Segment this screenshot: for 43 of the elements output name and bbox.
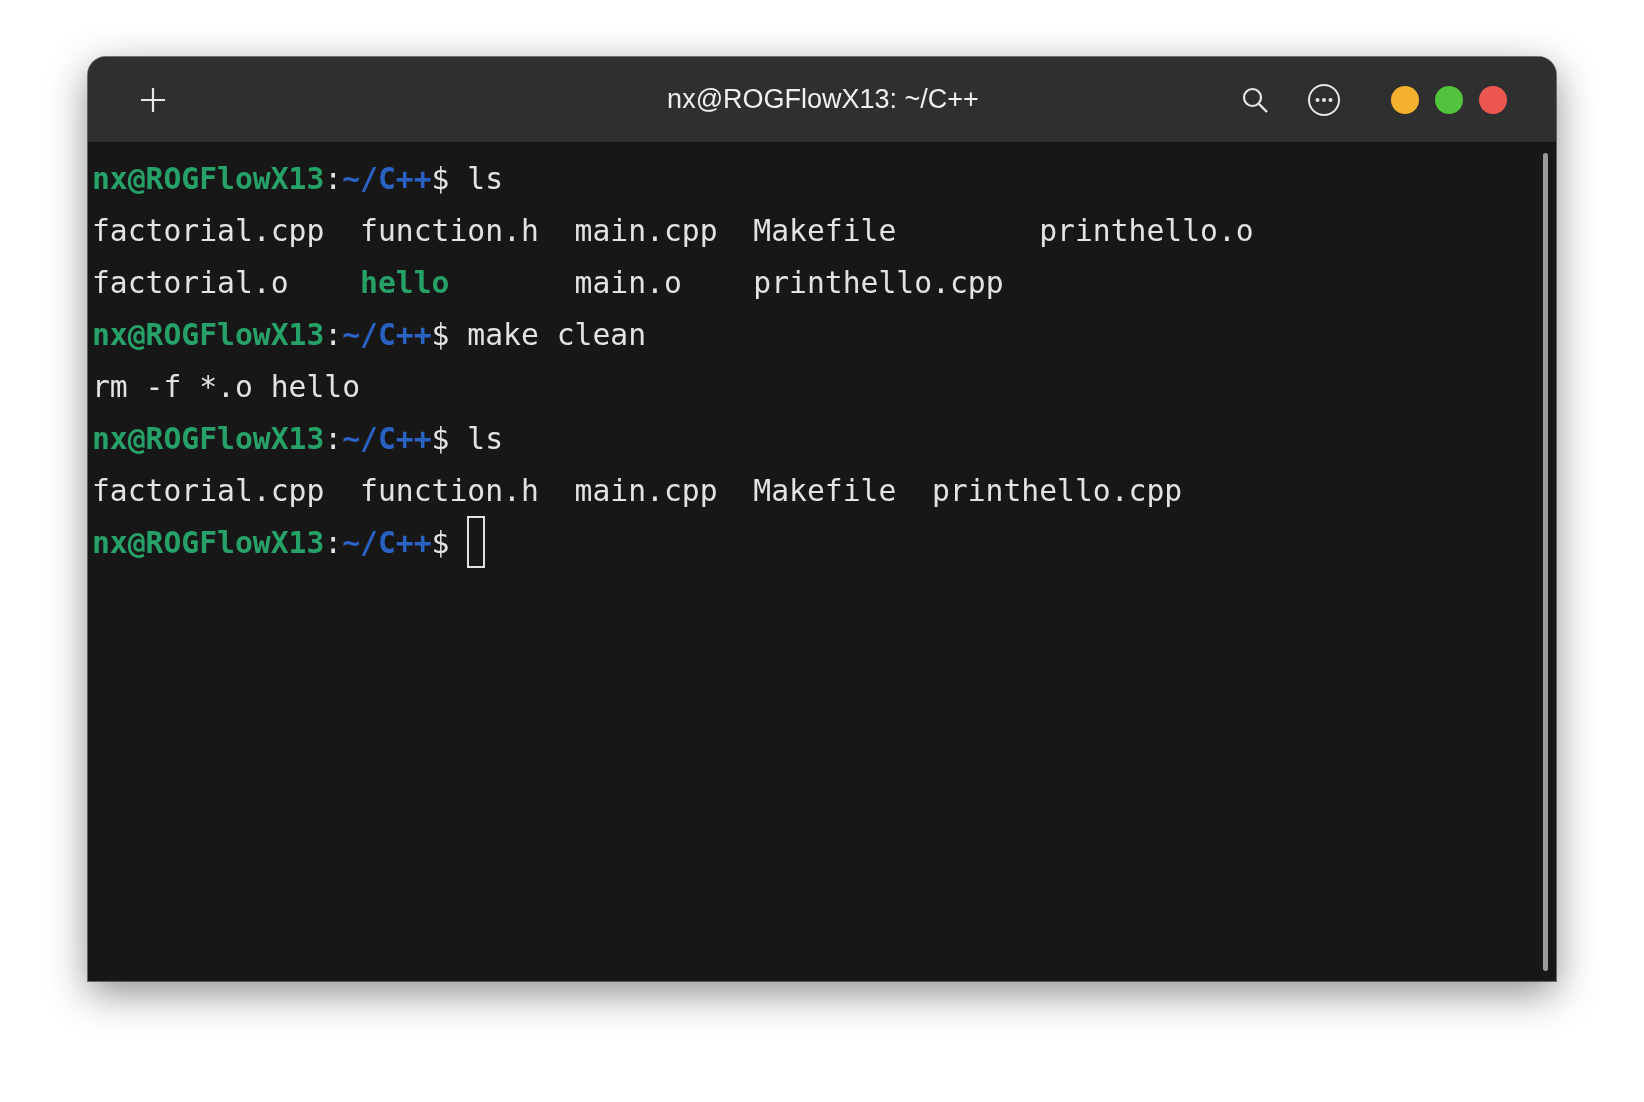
file-name: printhello.o — [1039, 211, 1254, 250]
file-name: Makefile — [753, 211, 897, 250]
menu-icon[interactable] — [1307, 82, 1341, 117]
file-name: factorial.cpp — [92, 211, 325, 250]
command-text: ls — [467, 160, 504, 196]
search-icon[interactable] — [1241, 85, 1269, 114]
command-text: ls — [467, 420, 504, 456]
file-name: function.h — [360, 471, 539, 510]
prompt-user: nx@ROGFlowX13 — [92, 420, 325, 456]
file-name: printhello.cpp — [753, 263, 1004, 302]
file-name: factorial.o — [92, 263, 289, 302]
new-tab-icon[interactable] — [139, 85, 167, 114]
prompt-user: nx@ROGFlowX13 — [92, 524, 325, 560]
prompt-path: ~/C++ — [342, 420, 432, 456]
file-name: function.h — [360, 211, 539, 250]
prompt-separator: : — [324, 524, 343, 560]
command-text: make clean — [467, 316, 647, 352]
prompt-separator: : — [324, 160, 343, 196]
file-name: printhello.cpp — [932, 471, 1183, 510]
window-title: nx@ROGFlowX13: ~/C++ — [667, 84, 979, 115]
prompt-symbol: $ — [431, 160, 450, 196]
prompt-separator: : — [324, 420, 343, 456]
file-name: main.o — [574, 263, 682, 302]
file-name: Makefile — [753, 471, 897, 510]
prompt-user: nx@ROGFlowX13 — [92, 160, 325, 196]
close-button[interactable] — [1479, 85, 1507, 114]
minimize-button[interactable] — [1391, 85, 1419, 114]
prompt-separator: : — [324, 316, 343, 352]
prompt-symbol: $ — [431, 524, 450, 560]
prompt-symbol: $ — [431, 316, 450, 352]
file-name: factorial.cpp — [92, 471, 325, 510]
prompt-symbol: $ — [431, 420, 450, 456]
file-name: main.cpp — [574, 471, 718, 510]
prompt-path: ~/C++ — [342, 316, 432, 352]
file-name: main.cpp — [574, 211, 718, 250]
file-name: hello — [360, 263, 450, 302]
output-text: rm -f *.o hello — [92, 368, 361, 404]
text-cursor — [467, 516, 486, 568]
prompt-user: nx@ROGFlowX13 — [92, 316, 325, 352]
prompt-path: ~/C++ — [342, 160, 432, 196]
scrollbar[interactable] — [1543, 153, 1548, 971]
maximize-button[interactable] — [1435, 85, 1463, 114]
prompt-path: ~/C++ — [342, 524, 432, 560]
